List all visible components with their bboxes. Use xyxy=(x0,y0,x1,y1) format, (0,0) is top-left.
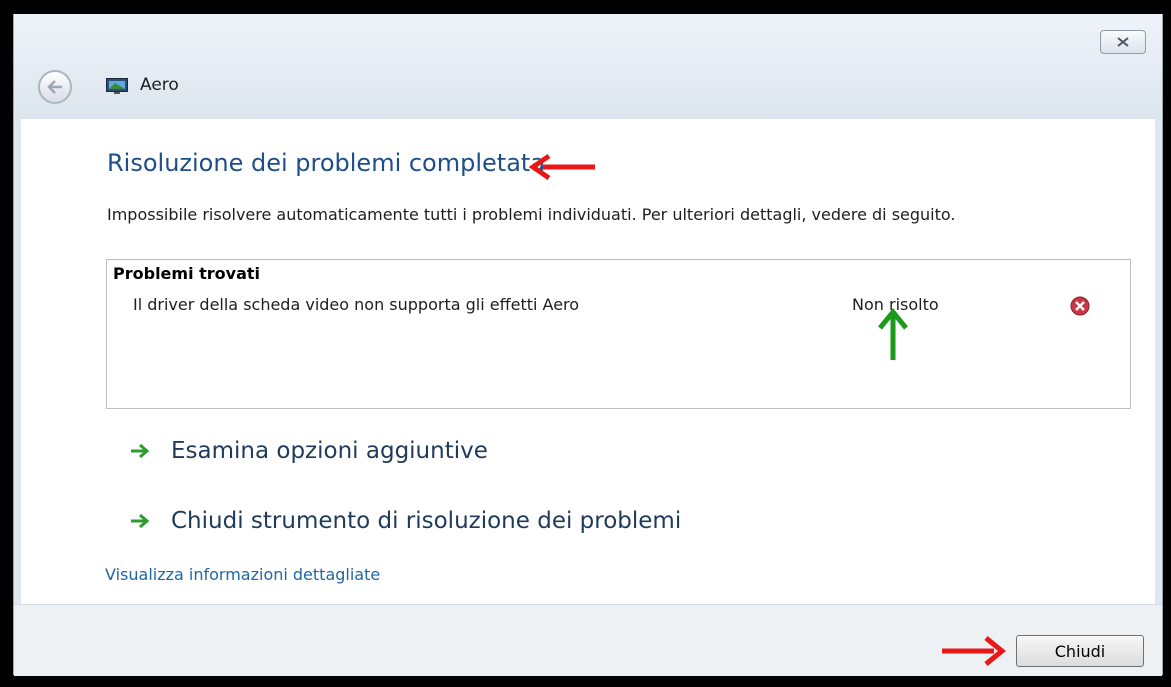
page-title: Risoluzione dei problemi completata xyxy=(107,149,546,177)
annotation-arrow-up xyxy=(878,308,908,360)
option-close-troubleshooter[interactable]: Chiudi strumento di risoluzione dei prob… xyxy=(129,506,681,536)
close-button[interactable]: Chiudi xyxy=(1016,635,1144,667)
back-button[interactable] xyxy=(38,70,72,104)
annotation-arrow-right xyxy=(942,636,1006,666)
close-icon xyxy=(1117,37,1129,47)
green-arrow-icon xyxy=(131,513,150,529)
view-detailed-info-link[interactable]: Visualizza informazioni dettagliate xyxy=(105,565,380,584)
title-bar: Aero xyxy=(14,14,1162,119)
problem-text: Il driver della scheda video non support… xyxy=(133,295,580,314)
window-title: Aero xyxy=(140,75,179,95)
problems-found-panel: Problemi trovati Il driver della scheda … xyxy=(106,259,1131,409)
problems-header: Problemi trovati xyxy=(113,264,261,283)
display-app-icon xyxy=(106,78,128,94)
troubleshooter-window: Aero Risoluzione dei problemi completata… xyxy=(13,14,1163,676)
green-arrow-icon xyxy=(131,443,150,459)
window-close-button[interactable] xyxy=(1100,30,1146,54)
content-area: Risoluzione dei problemi completata Impo… xyxy=(21,119,1155,604)
footer-bar: Chiudi xyxy=(14,604,1162,676)
option-label: Chiudi strumento di risoluzione dei prob… xyxy=(171,508,682,534)
error-icon xyxy=(1070,296,1090,316)
status-description: Impossibile risolvere automaticamente tu… xyxy=(107,205,956,224)
option-label: Esamina opzioni aggiuntive xyxy=(171,438,488,464)
back-arrow-icon xyxy=(47,80,62,94)
option-examine-additional[interactable]: Esamina opzioni aggiuntive xyxy=(129,436,488,466)
annotation-arrow-left xyxy=(529,153,595,181)
